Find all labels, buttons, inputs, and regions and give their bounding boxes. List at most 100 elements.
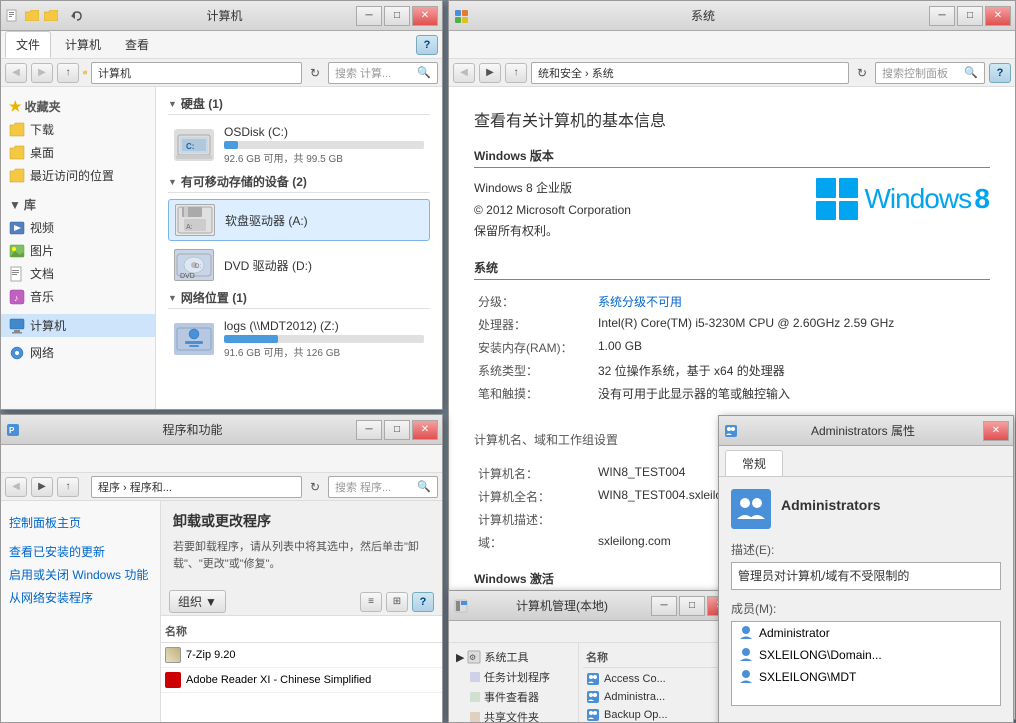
refresh-button[interactable]: ↻ — [306, 63, 324, 83]
admins-tab-general[interactable]: 常规 — [725, 450, 783, 476]
music-label: 音乐 — [30, 288, 54, 305]
sys-close-btn[interactable]: ✕ — [985, 6, 1011, 26]
sys-up-btn[interactable]: ↑ — [505, 63, 527, 83]
win8-quad-3 — [816, 201, 836, 221]
win8-logo-grid — [816, 178, 858, 220]
folder-icon — [24, 8, 40, 24]
org-button[interactable]: 组织 ▼ — [169, 590, 226, 613]
tree-item-1[interactable]: 任务计划程序 — [453, 667, 574, 687]
sys-maximize-btn[interactable]: □ — [957, 6, 983, 26]
minimize-button[interactable]: ─ — [356, 6, 382, 26]
maximize-button[interactable]: □ — [384, 6, 410, 26]
prog-up-btn[interactable]: ↑ — [57, 477, 79, 497]
osdisk-item[interactable]: C: OSDisk (C:) 92.6 GB 可用，共 99.5 GB — [168, 121, 430, 169]
back-button[interactable]: ◀ — [5, 63, 27, 83]
sidebar-item-computer[interactable]: 计算机 — [1, 314, 155, 337]
prog-minimize-btn[interactable]: ─ — [356, 420, 382, 440]
sidebar-link-features[interactable]: 启用或关闭 Windows 功能 — [9, 563, 152, 586]
dvd-item[interactable]: DVDD: DVD 驱动器 (D:) — [168, 245, 430, 285]
sidebar-link-network[interactable]: 从网络安装程序 — [9, 586, 152, 609]
system-main-title: 查看有关计算机的基本信息 — [474, 107, 990, 131]
sys-minimize-btn[interactable]: ─ — [929, 6, 955, 26]
prog-address-box[interactable]: 程序 › 程序和... — [91, 476, 302, 498]
spec-row-0: 分级： 系统分级不可用 — [474, 290, 990, 313]
admins-desc-box[interactable]: 管理员对计算机/域有不受限制的 — [731, 562, 1001, 590]
program-item-1[interactable]: Adobe Reader XI - Chinese Simplified — [161, 668, 442, 693]
network-section: ▼ 网络位置 (1) — [168, 289, 430, 309]
mgmt-item-1: Administra... — [604, 691, 665, 703]
prog-back-btn[interactable]: ◀ — [5, 477, 27, 497]
dvd-drive-icon: DVDD: — [174, 249, 214, 281]
system-addressbar: ◀ ▶ ↑ 统和安全 › 系统 ↻ 搜索控制面板 🔍 ? — [449, 59, 1015, 87]
spec-row-2: 安装内存(RAM)： 1.00 GB — [474, 336, 990, 359]
sys-search-text: 搜索控制面板 — [882, 65, 948, 81]
sidebar-link-home[interactable]: 控制面板主页 — [9, 511, 152, 534]
member-name-0: Administrator — [759, 626, 830, 640]
admins-close-btn[interactable]: ✕ — [983, 421, 1009, 441]
sys-refresh-btn[interactable]: ↻ — [853, 63, 871, 83]
osdisk-icon: C: — [174, 129, 214, 161]
sidebar-item-recent[interactable]: 最近访问的位置 — [1, 164, 155, 187]
tree-item-0[interactable]: ▶ ⚙ 系统工具 — [453, 647, 574, 667]
spec-link-0[interactable]: 系统分级不可用 — [598, 295, 682, 309]
prog-close-btn[interactable]: ✕ — [412, 420, 438, 440]
computer-window: 计算机 ─ □ ✕ 文件 计算机 查看 ? ◀ ▶ ↑ 计算机 ↻ 搜索 计算.… — [0, 0, 443, 410]
tree-label-0: 系统工具 — [484, 649, 528, 665]
prog-forward-btn[interactable]: ▶ — [31, 477, 53, 497]
sidebar-item-picture[interactable]: 图片 — [1, 239, 155, 262]
sidebar-item-download[interactable]: 下载 — [1, 118, 155, 141]
view-btn-1[interactable]: ≡ — [360, 592, 382, 612]
picture-icon — [9, 243, 25, 259]
member-item-0[interactable]: Administrator — [732, 622, 1000, 644]
sidebar-item-network[interactable]: 网络 — [1, 341, 155, 364]
mgmt-list-item-2[interactable]: Backup Op... — [583, 706, 733, 722]
spec-row-1: 处理器： Intel(R) Core(TM) i5-3230M CPU @ 2.… — [474, 313, 990, 336]
prog-search-box[interactable]: 搜索 程序... 🔍 — [328, 476, 438, 498]
system-specs-table: 分级： 系统分级不可用 处理器： Intel(R) Core(TM) i5-32… — [474, 290, 990, 405]
forward-button[interactable]: ▶ — [31, 63, 53, 83]
sys-address-box[interactable]: 统和安全 › 系统 — [531, 62, 849, 84]
sys-help-btn[interactable]: ? — [989, 63, 1011, 83]
search-box[interactable]: 搜索 计算... 🔍 — [328, 62, 438, 84]
library-header[interactable]: ▼ 库 — [1, 193, 155, 216]
group-icon-0 — [586, 672, 600, 686]
spec-label-1: 处理器： — [474, 313, 594, 336]
sidebar-item-document[interactable]: 文档 — [1, 262, 155, 285]
prog-maximize-btn[interactable]: □ — [384, 420, 410, 440]
org-label: 组织 — [178, 593, 202, 610]
comp-label-3: 域： — [474, 531, 594, 554]
tab-view[interactable]: 查看 — [115, 32, 159, 57]
floppy-item[interactable]: A: 软盘驱动器 (A:) — [168, 199, 430, 241]
address-box[interactable]: 计算机 — [91, 62, 302, 84]
version-rights: 保留所有权利。 — [474, 221, 631, 243]
triangle2-icon: ▼ — [168, 177, 177, 187]
sidebar-item-music[interactable]: ♪ 音乐 — [1, 285, 155, 308]
programs-titlebar: P 程序和功能 ─ □ ✕ — [1, 415, 442, 445]
member-item-1[interactable]: SXLEILONG\Domain... — [732, 644, 1000, 666]
tree-item-2[interactable]: 事件查看器 — [453, 687, 574, 707]
up-button[interactable]: ↑ — [57, 63, 79, 83]
sidebar-item-desktop[interactable]: 桌面 — [1, 141, 155, 164]
sidebar-item-video[interactable]: 视频 — [1, 216, 155, 239]
mgmt-maximize-btn[interactable]: □ — [679, 596, 705, 616]
programs-help-btn[interactable]: ? — [412, 592, 434, 612]
close-button[interactable]: ✕ — [412, 6, 438, 26]
tab-computer[interactable]: 计算机 — [55, 32, 111, 57]
prog-refresh-btn[interactable]: ↻ — [306, 477, 324, 497]
view-btn-2[interactable]: ⊞ — [386, 592, 408, 612]
member-item-2[interactable]: SXLEILONG\MDT — [732, 666, 1000, 688]
tree-item-3[interactable]: 共享文件夹 — [453, 707, 574, 722]
sys-back-btn[interactable]: ◀ — [453, 63, 475, 83]
program-item-0[interactable]: 7-Zip 9.20 — [161, 643, 442, 668]
mgmt-minimize-btn[interactable]: ─ — [651, 596, 677, 616]
logs-item[interactable]: logs (\\MDT2012) (Z:) 91.6 GB 可用，共 126 G… — [168, 315, 430, 363]
computer-tabs: 文件 计算机 查看 ? — [1, 31, 442, 59]
tab-file[interactable]: 文件 — [5, 31, 51, 58]
sys-forward-btn[interactable]: ▶ — [479, 63, 501, 83]
sidebar-link-updates[interactable]: 查看已安装的更新 — [9, 540, 152, 563]
help-button[interactable]: ? — [416, 35, 438, 55]
favorites-header[interactable]: ★ 收藏夹 — [1, 95, 155, 118]
mgmt-list-item-0[interactable]: Access Co... — [583, 670, 733, 688]
sys-search-box[interactable]: 搜索控制面板 🔍 — [875, 62, 985, 84]
mgmt-list-item-1[interactable]: Administra... — [583, 688, 733, 706]
